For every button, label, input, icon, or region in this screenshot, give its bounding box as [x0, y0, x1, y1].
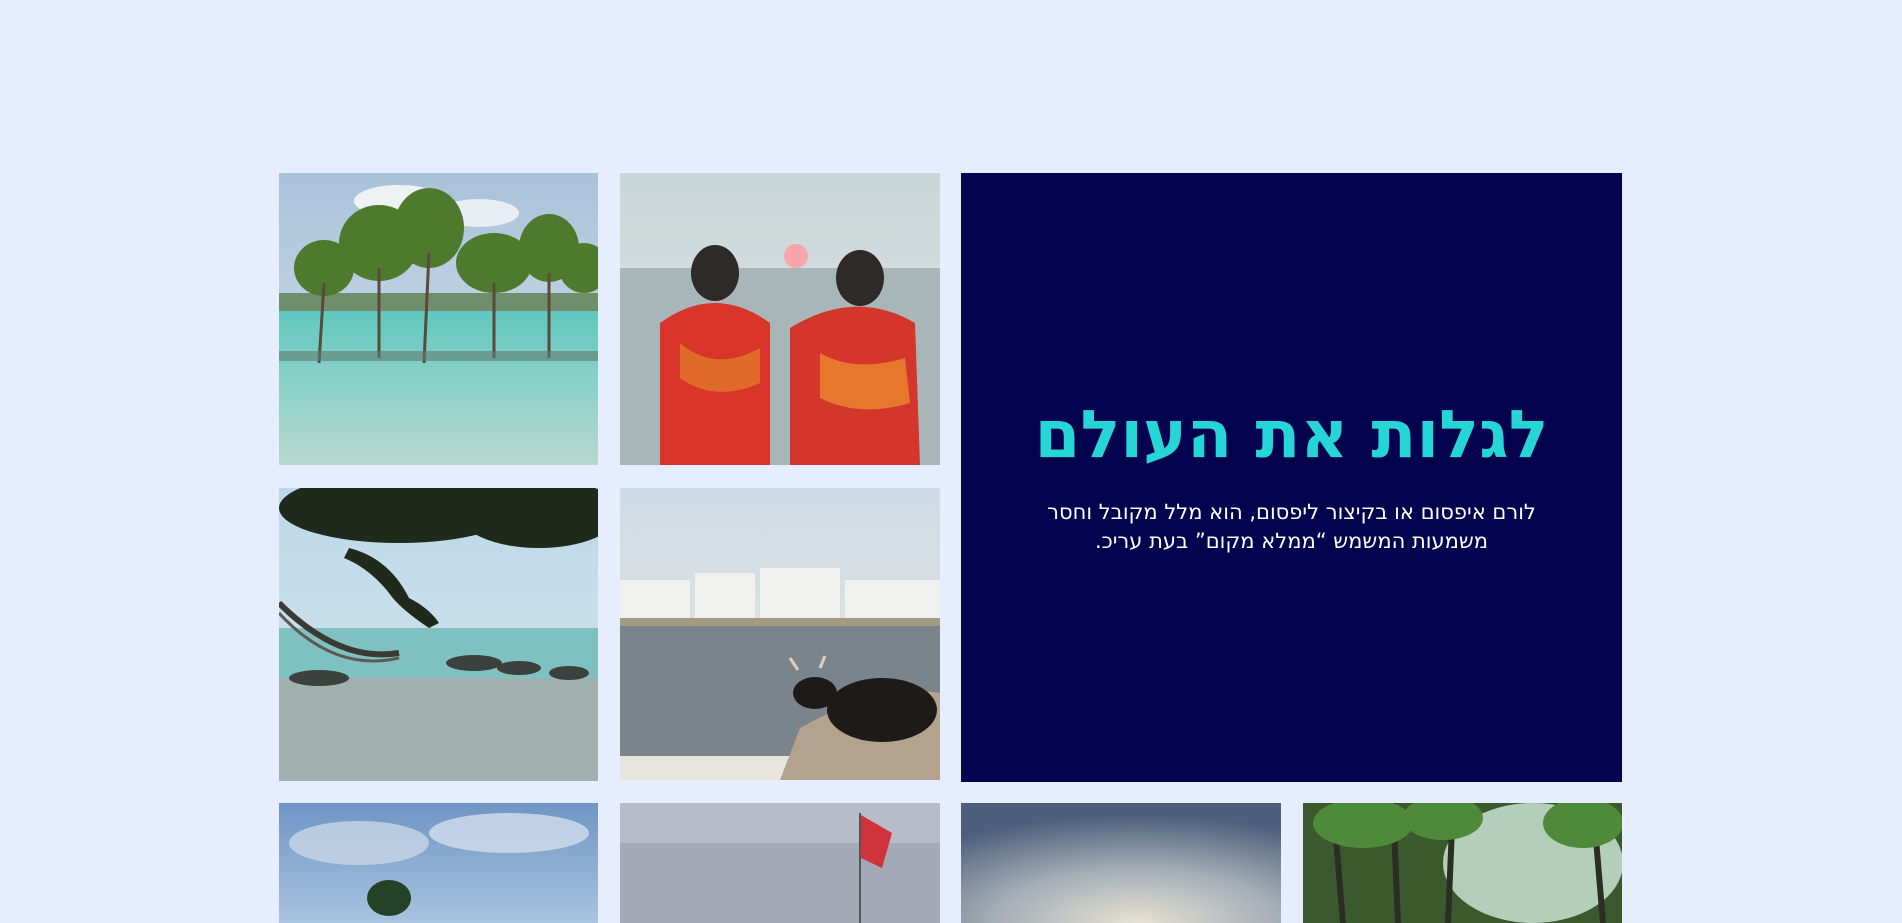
- gallery-photo-palms[interactable]: [1303, 803, 1622, 923]
- gallery-photo-red-flag[interactable]: [620, 803, 940, 923]
- gallery-photo-hammock-beach[interactable]: [279, 488, 598, 781]
- hero-description: לורם איפסום או בקיצור ליפסום, הוא מלל מק…: [1047, 499, 1536, 553]
- gallery-photo-cow-lake[interactable]: [620, 488, 940, 780]
- gallery-photo-sunset-women[interactable]: [620, 173, 940, 465]
- hero-title: לגלות את העולם: [1034, 396, 1549, 474]
- gallery-photo-mangroves[interactable]: [279, 173, 598, 465]
- gallery-photo-hazy-sunset[interactable]: [961, 803, 1281, 923]
- gallery-photo-cloudy-sea[interactable]: [279, 803, 598, 923]
- hero-card: לגלות את העולם לורם איפסום או בקיצור ליפ…: [961, 173, 1622, 782]
